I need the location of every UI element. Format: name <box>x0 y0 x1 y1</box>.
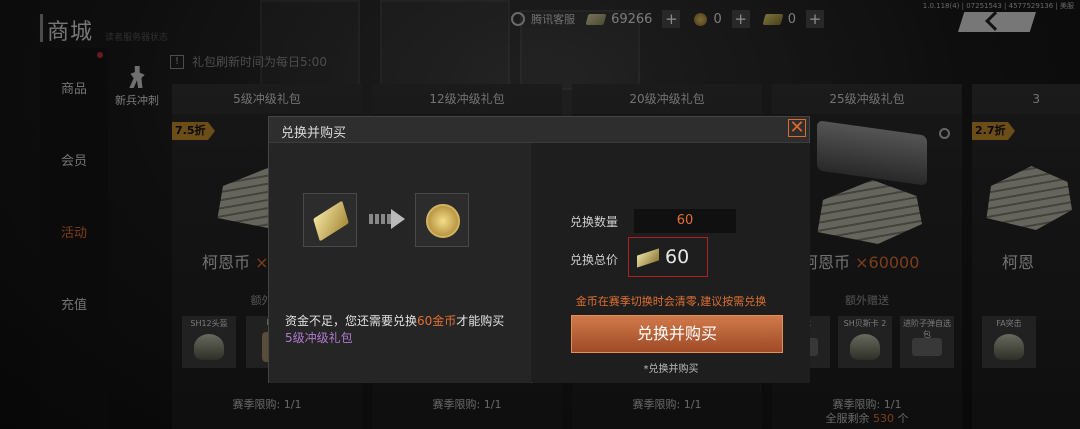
season-reset-reminder: 金币在赛季切换时会清零,建议按需兑换 <box>575 295 767 308</box>
buy-hint: *兑换并购买 <box>643 364 699 375</box>
warn-prefix: 资金不足，您还需要兑换 <box>285 314 418 328</box>
warn-suffix: 才能购买 <box>456 314 505 328</box>
insufficient-funds-text: 资金不足，您还需要兑换60金币才能购买 <box>285 313 525 329</box>
warn-highlight: 60金币 <box>417 314 457 328</box>
dialog-title: 兑换并购买 <box>281 126 347 141</box>
close-icon[interactable]: ✕ <box>788 119 806 137</box>
quantity-label: 兑换数量 <box>570 215 619 229</box>
exchange-form: 兑换数量 60 兑换总价 60 金币在赛季切换时会清零,建议按需兑换 兑换并购买… <box>532 143 810 383</box>
total-price-label: 兑换总价 <box>570 253 619 267</box>
arrow-right-icon <box>369 209 405 229</box>
gold-bill-icon <box>313 200 349 242</box>
coin-target-slot <box>415 193 469 247</box>
total-price-value: 60 <box>665 246 690 268</box>
gold-coin-icon <box>426 204 460 238</box>
total-price-box: 60 <box>628 237 708 277</box>
dialog-header: 兑换并购买 ✕ <box>269 117 809 143</box>
gift-name: 5级冲级礼包 <box>285 331 353 345</box>
bill-source-slot <box>303 193 357 247</box>
quantity-field[interactable]: 60 <box>634 209 736 233</box>
exchange-purchase-dialog: 兑换并购买 ✕ 资金不足，您还需要兑换60金币才能购买 5级冲级礼包 兑换数量 … <box>268 116 810 383</box>
conversion-panel: 资金不足，您还需要兑换60金币才能购买 5级冲级礼包 <box>269 143 531 383</box>
exchange-and-buy-button[interactable]: 兑换并购买 <box>571 315 783 353</box>
bill-currency-icon <box>637 248 659 268</box>
